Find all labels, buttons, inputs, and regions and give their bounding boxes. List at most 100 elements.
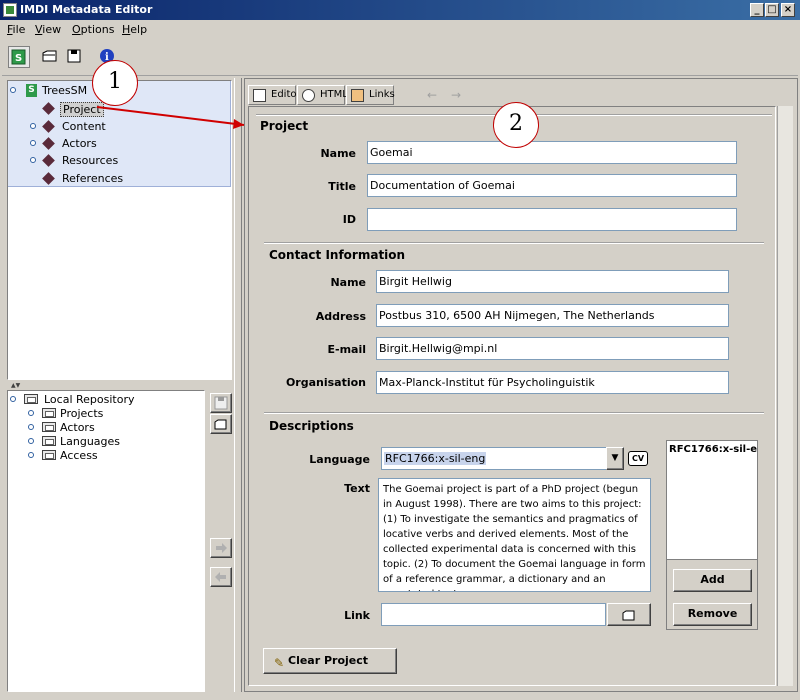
tree-item-label: Actors	[62, 137, 97, 150]
add-button[interactable]: Add	[673, 569, 752, 592]
expand-knob-icon	[28, 424, 34, 430]
expand-knob-icon	[28, 438, 34, 444]
resources-node-icon	[42, 154, 55, 167]
repo-item-label: Projects	[60, 407, 104, 420]
repo-item-languages[interactable]: Languages	[28, 435, 198, 449]
open-folder-icon	[42, 50, 57, 62]
expand-knob-icon	[28, 410, 34, 416]
repo-item-label: Actors	[60, 421, 95, 434]
horizontal-splitter[interactable]: ▲▼	[7, 381, 232, 389]
tab-links[interactable]: Links	[346, 85, 395, 105]
project-name-label: Name	[320, 147, 356, 160]
repo-item-access[interactable]: Access	[28, 449, 198, 463]
chevron-down-icon: ▼	[611, 453, 619, 463]
menu-help[interactable]: Help	[122, 23, 147, 36]
repo-item-actors[interactable]: Actors	[28, 421, 198, 435]
maximize-button[interactable]: □	[765, 3, 779, 17]
cv-button[interactable]: CV	[628, 451, 648, 466]
expand-knob-icon	[10, 396, 16, 402]
minimize-button[interactable]: _	[750, 3, 764, 17]
actors-folder-icon	[42, 422, 56, 432]
contact-organisation-label: Organisation	[285, 376, 366, 389]
save-disk-icon	[214, 396, 228, 410]
repo-item-projects[interactable]: Projects	[28, 407, 198, 421]
language-list[interactable]: RFC1766:x-sil-eng	[666, 440, 758, 560]
tree-item-actors[interactable]: Actors	[30, 136, 230, 152]
expand-knob-icon	[30, 140, 36, 146]
language-dropdown-button[interactable]: ▼	[606, 447, 624, 470]
vertical-splitter[interactable]	[234, 78, 242, 692]
nav-forward-arrow-icon[interactable]: →	[451, 88, 465, 102]
tab-html[interactable]: HTML	[297, 85, 348, 105]
repository-panel: Local Repository Projects Actors Languag…	[7, 390, 205, 692]
menu-file[interactable]: File	[7, 23, 25, 36]
menu-bar: File View Options Help	[0, 20, 800, 38]
expand-knob-icon	[28, 452, 34, 458]
tree-item-label: References	[62, 172, 124, 185]
expand-knob-icon	[30, 157, 36, 163]
description-textarea[interactable]: The Goemai project is part of a PhD proj…	[378, 478, 651, 592]
menu-options[interactable]: Options	[72, 23, 114, 36]
svg-text:S: S	[15, 53, 22, 64]
text-label: Text	[344, 482, 370, 495]
project-name-field[interactable]: Goemai	[367, 141, 737, 164]
project-id-field[interactable]	[367, 208, 737, 231]
arrow-left-icon	[215, 572, 226, 582]
tree-item-resources[interactable]: Resources	[30, 153, 230, 169]
clear-project-button[interactable]: ✎ Clear Project	[263, 648, 397, 674]
divider	[264, 242, 764, 244]
tree-item-label: Content	[62, 120, 106, 133]
tab-editor[interactable]: Editor	[248, 85, 301, 105]
language-list-item[interactable]: RFC1766:x-sil-eng	[669, 444, 757, 455]
contact-organisation-field[interactable]: Max-Planck-Institut für Psycholinguistik	[376, 371, 729, 394]
contact-heading: Contact Information	[269, 248, 406, 262]
menu-view[interactable]: View	[35, 23, 61, 36]
nav-back-arrow-icon[interactable]: ←	[427, 88, 441, 102]
expand-knob-icon	[10, 87, 16, 93]
save-button[interactable]	[64, 46, 86, 68]
tab-label: HTML	[320, 89, 348, 100]
content-node-icon	[42, 120, 55, 133]
move-left-button[interactable]	[210, 567, 232, 587]
tree-item-references[interactable]: References	[30, 171, 230, 187]
new-session-button[interactable]: S	[8, 46, 30, 68]
arrow-right-icon	[216, 543, 227, 553]
contact-name-label: Name	[330, 276, 366, 289]
project-title-field[interactable]: Documentation of Goemai	[367, 174, 737, 197]
expand-knob-icon	[30, 123, 36, 129]
new-session-icon: S	[11, 49, 26, 65]
languages-folder-icon	[42, 436, 56, 446]
close-button[interactable]: ×	[781, 3, 795, 17]
window-title: IMDI Metadata Editor	[20, 3, 153, 16]
repository-icon	[24, 394, 38, 404]
repo-save-button[interactable]	[210, 393, 232, 413]
repo-open-button[interactable]	[210, 414, 232, 434]
contact-address-field[interactable]: Postbus 310, 6500 AH Nijmegen, The Nethe…	[376, 304, 729, 327]
remove-button[interactable]: Remove	[673, 603, 752, 626]
link-field[interactable]	[381, 603, 606, 626]
project-heading: Project	[260, 119, 309, 133]
contact-email-label: E-mail	[327, 343, 366, 356]
divider	[264, 412, 764, 414]
access-folder-icon	[42, 450, 56, 460]
contact-name-field[interactable]: Birgit Hellwig	[376, 270, 729, 293]
vertical-scrollbar[interactable]	[777, 106, 793, 686]
move-right-button[interactable]	[210, 538, 232, 558]
html-globe-icon	[302, 89, 315, 102]
contact-email-field[interactable]: Birgit.Hellwig@mpi.nl	[376, 337, 729, 360]
references-node-icon	[42, 172, 55, 185]
link-label: Link	[344, 609, 370, 622]
open-button[interactable]	[40, 46, 62, 68]
language-combobox[interactable]: RFC1766:x-sil-eng	[381, 447, 607, 470]
callout-2: 2	[493, 102, 539, 148]
project-title-label: Title	[328, 180, 356, 193]
callout-1: 1	[92, 60, 138, 106]
descriptions-heading: Descriptions	[269, 419, 354, 433]
repository-root-label: Local Repository	[44, 393, 135, 406]
tree-item-project[interactable]: Project	[30, 101, 230, 117]
tree-item-content[interactable]: Content	[30, 119, 230, 135]
link-browse-button[interactable]	[607, 603, 651, 626]
tree-item-label: Project	[60, 102, 104, 117]
contact-address-label: Address	[315, 310, 366, 323]
save-disk-icon	[67, 49, 81, 63]
